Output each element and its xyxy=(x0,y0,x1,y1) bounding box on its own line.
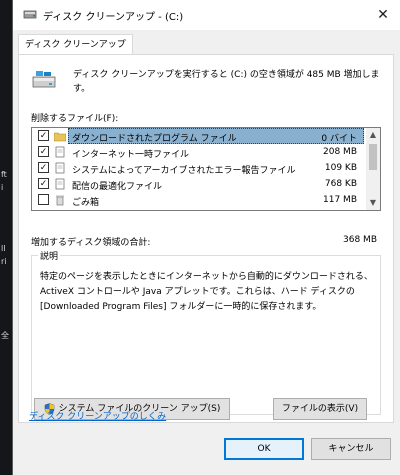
description-group: 説明 特定のページを表示したときにインターネットから自動的にダウンロードされる、… xyxy=(31,249,381,415)
close-icon: ✕ xyxy=(377,7,389,23)
desktop-fragment: ft xyxy=(1,170,7,179)
scroll-down-icon[interactable]: ▼ xyxy=(366,196,380,210)
total-space-value: 368 MB xyxy=(343,235,377,245)
file-size: 768 KB xyxy=(324,179,357,189)
file-name-box: ダウンロードされたプログラム ファイル 0 バイト xyxy=(68,128,364,144)
file-checkbox[interactable]: ✓ xyxy=(38,130,49,141)
title-bar[interactable]: ディスク クリーンアップ - (C:) ✕ xyxy=(13,0,400,30)
how-it-works-link[interactable]: ディスク クリーンアップのしくみ xyxy=(29,409,166,422)
page-icon xyxy=(55,178,65,190)
file-name: ダウンロードされたプログラム ファイル xyxy=(72,134,237,144)
cancel-button[interactable]: キャンセル xyxy=(311,438,391,460)
files-to-delete-label: 削除するファイル(F): xyxy=(31,114,119,124)
page-icon xyxy=(55,162,65,174)
description-title: 説明 xyxy=(38,249,61,262)
file-name: 配信の最適化ファイル xyxy=(72,182,163,192)
description-text: 特定のページを表示したときにインターネットから自動的にダウンロードされる、Act… xyxy=(40,272,373,312)
file-name: システムによってアーカイブされたエラー報告ファイル xyxy=(72,166,296,176)
file-name-box: 配信の最適化ファイル 768 KB xyxy=(68,176,364,192)
file-name-box: システムによってアーカイブされたエラー報告ファイル 109 KB xyxy=(68,160,364,176)
scroll-thumb[interactable] xyxy=(369,144,377,170)
file-name-box: ごみ箱 117 MB xyxy=(68,192,364,208)
file-row[interactable]: ✓ インターネット一時ファイル 208 MB xyxy=(32,144,366,160)
recycle-bin-icon xyxy=(56,195,64,206)
file-name: インターネット一時ファイル xyxy=(72,150,190,160)
close-button[interactable]: ✕ xyxy=(366,0,400,30)
file-row[interactable]: ✓ 配信の最適化ファイル 768 KB xyxy=(32,176,366,192)
file-size: 208 MB xyxy=(323,147,357,157)
scroll-up-icon[interactable]: ▲ xyxy=(366,128,380,142)
tab-disk-cleanup[interactable]: ディスク クリーンアップ xyxy=(18,34,133,55)
view-files-button[interactable]: ファイルの表示(V) xyxy=(273,398,367,420)
desktop-fragment: i xyxy=(1,183,4,192)
page-icon xyxy=(55,146,65,158)
file-size: 0 バイト xyxy=(321,134,357,144)
folder-icon xyxy=(54,132,66,142)
file-row[interactable]: ごみ箱 117 MB xyxy=(32,192,366,208)
file-checkbox[interactable]: ✓ xyxy=(38,146,49,157)
file-checkbox[interactable] xyxy=(38,194,49,205)
drive-icon xyxy=(32,71,56,88)
client-area: ディスク クリーンアップ ディスク クリーンアップを実行すると (C:) の空き… xyxy=(13,30,400,475)
desktop-fragment: ri xyxy=(1,257,7,266)
file-checkbox[interactable]: ✓ xyxy=(38,178,49,189)
file-list-scrollbar[interactable]: ▲ ▼ xyxy=(366,128,380,210)
disk-cleanup-window: ディスク クリーンアップ - (C:) ✕ ディスク クリーンアップ ディスク … xyxy=(12,0,400,475)
disk-cleanup-icon xyxy=(23,10,37,19)
ok-button[interactable]: OK xyxy=(224,438,304,460)
tab-panel: ディスク クリーンアップを実行すると (C:) の空き領域が 485 MB 増加… xyxy=(18,54,394,423)
intro-text: ディスク クリーンアップを実行すると (C:) の空き領域が 485 MB 増加… xyxy=(73,70,380,94)
total-space-label: 増加するディスク領域の合計: xyxy=(31,238,151,248)
file-name: ごみ箱 xyxy=(72,198,100,208)
tab-strip: ディスク クリーンアップ xyxy=(13,30,400,55)
file-row[interactable]: ✓ ダウンロードされたプログラム ファイル 0 バイト xyxy=(32,128,366,144)
file-list[interactable]: ✓ ダウンロードされたプログラム ファイル 0 バイト ✓ インターネット一時フ… xyxy=(31,127,381,211)
desktop-fragment: ll xyxy=(1,244,6,253)
file-row[interactable]: ✓ システムによってアーカイブされたエラー報告ファイル 109 KB xyxy=(32,160,366,176)
window-title: ディスク クリーンアップ - (C:) xyxy=(43,12,184,23)
file-checkbox[interactable]: ✓ xyxy=(38,162,49,173)
file-size: 109 KB xyxy=(324,163,357,173)
file-name-box: インターネット一時ファイル 208 MB xyxy=(68,144,364,160)
file-size: 117 MB xyxy=(323,195,357,205)
desktop-fragment: 全 xyxy=(1,331,9,340)
